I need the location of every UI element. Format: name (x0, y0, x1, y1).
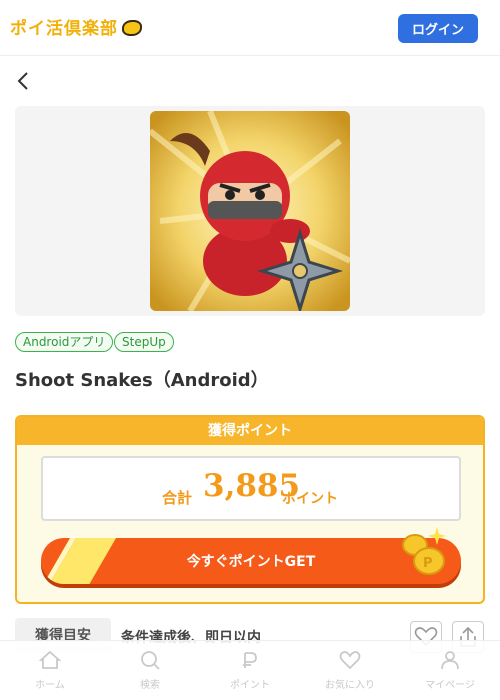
nav-home[interactable]: ホーム (0, 641, 100, 700)
page-title: Shoot Snakes（Android） (15, 370, 269, 391)
button-stripe (43, 538, 119, 584)
points-header: 獲得ポイント (17, 417, 483, 445)
point-icon (243, 652, 257, 668)
get-points-label: 今すぐポイントGET (186, 554, 316, 570)
nav-home-label: ホーム (35, 680, 65, 691)
nav-points-label: ポイント (230, 680, 270, 691)
tag-android-app[interactable]: Androidアプリ (15, 332, 114, 352)
tag-stepup[interactable]: StepUp (114, 332, 174, 352)
heart-icon (339, 651, 361, 670)
points-unit: ポイント (282, 491, 338, 507)
home-icon (39, 650, 61, 669)
search-icon (141, 651, 160, 670)
nav-favorites[interactable]: お気に入り (300, 641, 400, 700)
svg-text:P: P (423, 556, 433, 571)
nav-points[interactable]: ポイント (200, 641, 300, 700)
app-icon-image (150, 111, 350, 311)
nav-mypage-label: マイページ (425, 680, 475, 691)
user-icon (441, 651, 459, 670)
coins-icon: P (402, 527, 446, 575)
back-button[interactable] (14, 70, 34, 92)
nav-search[interactable]: 検索 (100, 641, 200, 700)
logo-text: ポイ活倶楽部 (10, 19, 118, 39)
points-panel: 獲得ポイント 合計 3,885 ポイント 今すぐポイントGET P (15, 415, 485, 604)
login-button[interactable]: ログイン (398, 14, 478, 43)
bottom-navigation: ホーム 検索 ポイント お気に入り マイページ (0, 640, 500, 700)
header: ポイ活倶楽部 ログイン (0, 0, 500, 56)
chevron-left-icon (17, 72, 28, 90)
site-logo[interactable]: ポイ活倶楽部 (10, 14, 142, 39)
nav-search-label: 検索 (140, 680, 160, 691)
total-points-box: 合計 3,885 ポイント (41, 456, 461, 521)
nav-favorites-label: お気に入り (325, 680, 375, 691)
bee-icon (122, 20, 142, 36)
total-label: 合計 (162, 489, 193, 507)
nav-mypage[interactable]: マイページ (400, 641, 500, 700)
